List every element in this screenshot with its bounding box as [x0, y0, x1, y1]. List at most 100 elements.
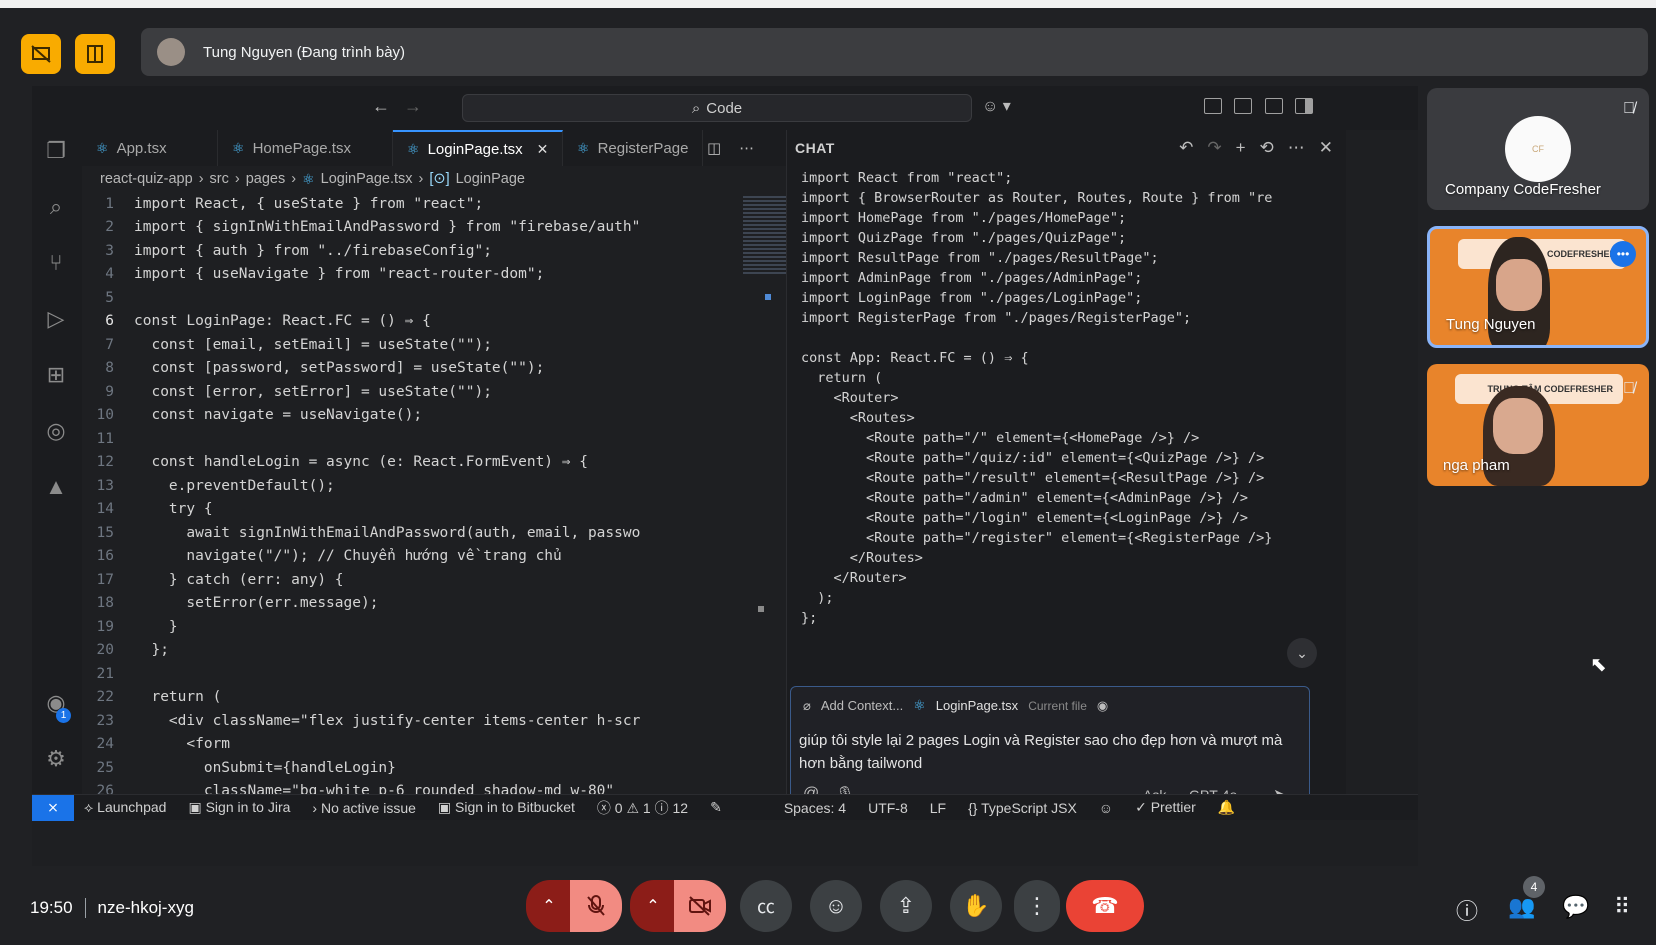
- code-line[interactable]: 18 setError(err.message);: [82, 592, 737, 616]
- run-debug-icon[interactable]: ▷: [41, 304, 71, 334]
- history-icon[interactable]: ⟲: [1260, 138, 1274, 158]
- code-line[interactable]: 2 import { signInWithEmailAndPassword } f…: [82, 216, 737, 240]
- code-line[interactable]: 25 onSubmit={handleLogin}: [82, 756, 737, 780]
- new-chat-icon[interactable]: +: [1236, 138, 1246, 158]
- forward-arrow-icon[interactable]: →: [404, 96, 422, 117]
- chat-icon[interactable]: 💬: [1562, 894, 1589, 920]
- prettier-item[interactable]: ✓ Prettier: [1135, 799, 1196, 816]
- people-icon[interactable]: 👥: [1508, 894, 1535, 920]
- atlassian-icon[interactable]: ▲: [41, 472, 71, 502]
- jira-item[interactable]: ▣ Sign in to Jira: [188, 799, 290, 816]
- add-context-button[interactable]: Add Context...: [821, 698, 903, 713]
- code-line[interactable]: 4 import { useNavigate } from "react-rout…: [82, 263, 737, 287]
- end-call-button[interactable]: ☎: [1066, 880, 1144, 932]
- language-item[interactable]: {} TypeScript JSX: [968, 800, 1077, 816]
- attach-icon[interactable]: ⌀: [803, 698, 811, 714]
- code-line[interactable]: 23 <div className="flex justify-center i…: [82, 709, 737, 733]
- close-icon[interactable]: ✕: [1319, 138, 1333, 158]
- customize-layout-icon[interactable]: [1204, 98, 1222, 114]
- redo-icon[interactable]: ↷: [1207, 138, 1221, 158]
- code-line[interactable]: 21: [82, 662, 737, 686]
- breadcrumb-item[interactable]: LoginPage: [456, 171, 525, 187]
- spaces-item[interactable]: Spaces: 4: [784, 800, 846, 816]
- activities-grid-icon[interactable]: ⠿: [1614, 894, 1630, 920]
- breadcrumb-item[interactable]: src: [210, 171, 229, 187]
- captions-icon[interactable]: ㏄: [740, 880, 792, 932]
- undo-icon[interactable]: ↶: [1179, 138, 1193, 158]
- layout-icon[interactable]: [75, 34, 115, 74]
- microphone-off-button[interactable]: [570, 880, 622, 932]
- pencil-icon[interactable]: ✎: [710, 799, 722, 816]
- code-line[interactable]: 13 e.preventDefault();: [82, 474, 737, 498]
- toggle-sidebar-icon[interactable]: [1234, 98, 1252, 114]
- code-line[interactable]: 1 import React, { useState } from "react"…: [82, 192, 737, 216]
- stop-presenting-icon[interactable]: [21, 34, 61, 74]
- eol-item[interactable]: LF: [930, 800, 946, 816]
- code-line[interactable]: 17 } catch (err: any) {: [82, 568, 737, 592]
- code-line[interactable]: 19 }: [82, 615, 737, 639]
- camera-off-button[interactable]: [674, 880, 726, 932]
- breadcrumb-item[interactable]: react-quiz-app: [100, 171, 193, 187]
- code-line[interactable]: 11: [82, 427, 737, 451]
- code-line[interactable]: 7 const [email, setEmail] = useState("")…: [82, 333, 737, 357]
- code-line[interactable]: 5: [82, 286, 737, 310]
- split-editor-icon[interactable]: ◫: [707, 130, 721, 166]
- participant-tile[interactable]: CODEFRESHER ••• Tung Nguyen: [1427, 226, 1649, 348]
- minimap[interactable]: [737, 192, 789, 796]
- code-line[interactable]: 15 await signInWithEmailAndPassword(auth…: [82, 521, 737, 545]
- more-options-icon[interactable]: ⋮: [1014, 880, 1060, 932]
- notifications-bell-icon[interactable]: 🔔: [1218, 799, 1235, 816]
- meeting-details-icon[interactable]: ⓘ: [1456, 894, 1478, 926]
- code-line[interactable]: 9 const [error, setError] = useState("")…: [82, 380, 737, 404]
- audio-options-chevron-icon[interactable]: ⌃: [526, 880, 572, 932]
- video-options-chevron-icon[interactable]: ⌃: [630, 880, 676, 932]
- encoding-item[interactable]: UTF-8: [868, 800, 908, 816]
- code-line[interactable]: 20 };: [82, 639, 737, 663]
- participant-tile[interactable]: CF 🎙̸ Company CodeFresher: [1427, 88, 1649, 210]
- code-line[interactable]: 24 <form: [82, 733, 737, 757]
- breadcrumb-item[interactable]: pages: [246, 171, 286, 187]
- meeting-code[interactable]: nze-hkoj-xyg: [98, 898, 194, 918]
- extensions-icon[interactable]: ⊞: [41, 360, 71, 390]
- tab-homepage[interactable]: ⚛ HomePage.tsx: [218, 130, 393, 166]
- scroll-down-icon[interactable]: ⌄: [1287, 638, 1317, 668]
- command-center[interactable]: ⌕ Code: [462, 94, 972, 122]
- more-icon[interactable]: ⋯: [1288, 138, 1305, 158]
- eye-icon[interactable]: ◉: [1097, 698, 1108, 714]
- bitbucket-item[interactable]: ▣ Sign in to Bitbucket: [438, 799, 575, 816]
- tab-app[interactable]: ⚛ App.tsx: [82, 130, 218, 166]
- remote-icon[interactable]: ⨯: [32, 794, 74, 821]
- toggle-panel-icon[interactable]: [1265, 98, 1283, 114]
- code-line[interactable]: 6 const LoginPage: React.FC = () ⇒ {: [82, 310, 737, 334]
- copilot-icon[interactable]: ☺ ▾: [982, 96, 1011, 116]
- raise-hand-icon[interactable]: ✋: [950, 880, 1002, 932]
- code-line[interactable]: 3 import { auth } from "../firebaseConfig…: [82, 239, 737, 263]
- present-screen-icon[interactable]: ⇪: [880, 880, 932, 932]
- tab-loginpage[interactable]: ⚛ LoginPage.tsx ✕: [393, 130, 563, 166]
- code-editor[interactable]: 1 import React, { useState } from "react"…: [82, 192, 737, 796]
- close-icon[interactable]: ✕: [537, 141, 549, 158]
- code-line[interactable]: 16 navigate("/"); // Chuyển hướng về tra…: [82, 545, 737, 569]
- code-line[interactable]: 14 try {: [82, 498, 737, 522]
- problems-item[interactable]: ⓧ 0 ⚠ 1 ⓘ 12: [597, 798, 688, 818]
- source-control-icon[interactable]: ⑂: [41, 248, 71, 278]
- copilot-status-icon[interactable]: ☺: [1099, 800, 1113, 816]
- git-graph-icon[interactable]: ◎: [41, 416, 71, 446]
- settings-gear-icon[interactable]: ⚙: [41, 744, 71, 774]
- tab-registerpage[interactable]: ⚛ RegisterPage: [563, 130, 703, 166]
- breadcrumb-item[interactable]: LoginPage.tsx: [321, 171, 413, 187]
- toggle-secondary-sidebar-icon[interactable]: [1295, 98, 1313, 114]
- participant-tile[interactable]: TRUNG TÂM CODEFRESHER 🎙̸ nga pham: [1427, 364, 1649, 486]
- launchpad-item[interactable]: ⟡ Launchpad: [84, 799, 166, 816]
- emoji-reactions-icon[interactable]: ☺: [810, 880, 862, 932]
- issue-item[interactable]: › No active issue: [312, 800, 416, 816]
- back-arrow-icon[interactable]: ←: [372, 96, 390, 117]
- search-icon[interactable]: ⌕: [41, 192, 71, 222]
- context-file[interactable]: LoginPage.tsx: [936, 698, 1018, 713]
- code-line[interactable]: 8 const [password, setPassword] = useSta…: [82, 357, 737, 381]
- code-line[interactable]: 10 const navigate = useNavigate();: [82, 404, 737, 428]
- chat-prompt-input[interactable]: giúp tôi style lại 2 pages Login và Regi…: [799, 729, 1299, 775]
- code-line[interactable]: 12 const handleLogin = async (e: React.F…: [82, 451, 737, 475]
- code-line[interactable]: 22 return (: [82, 686, 737, 710]
- explorer-icon[interactable]: ❐: [41, 136, 71, 166]
